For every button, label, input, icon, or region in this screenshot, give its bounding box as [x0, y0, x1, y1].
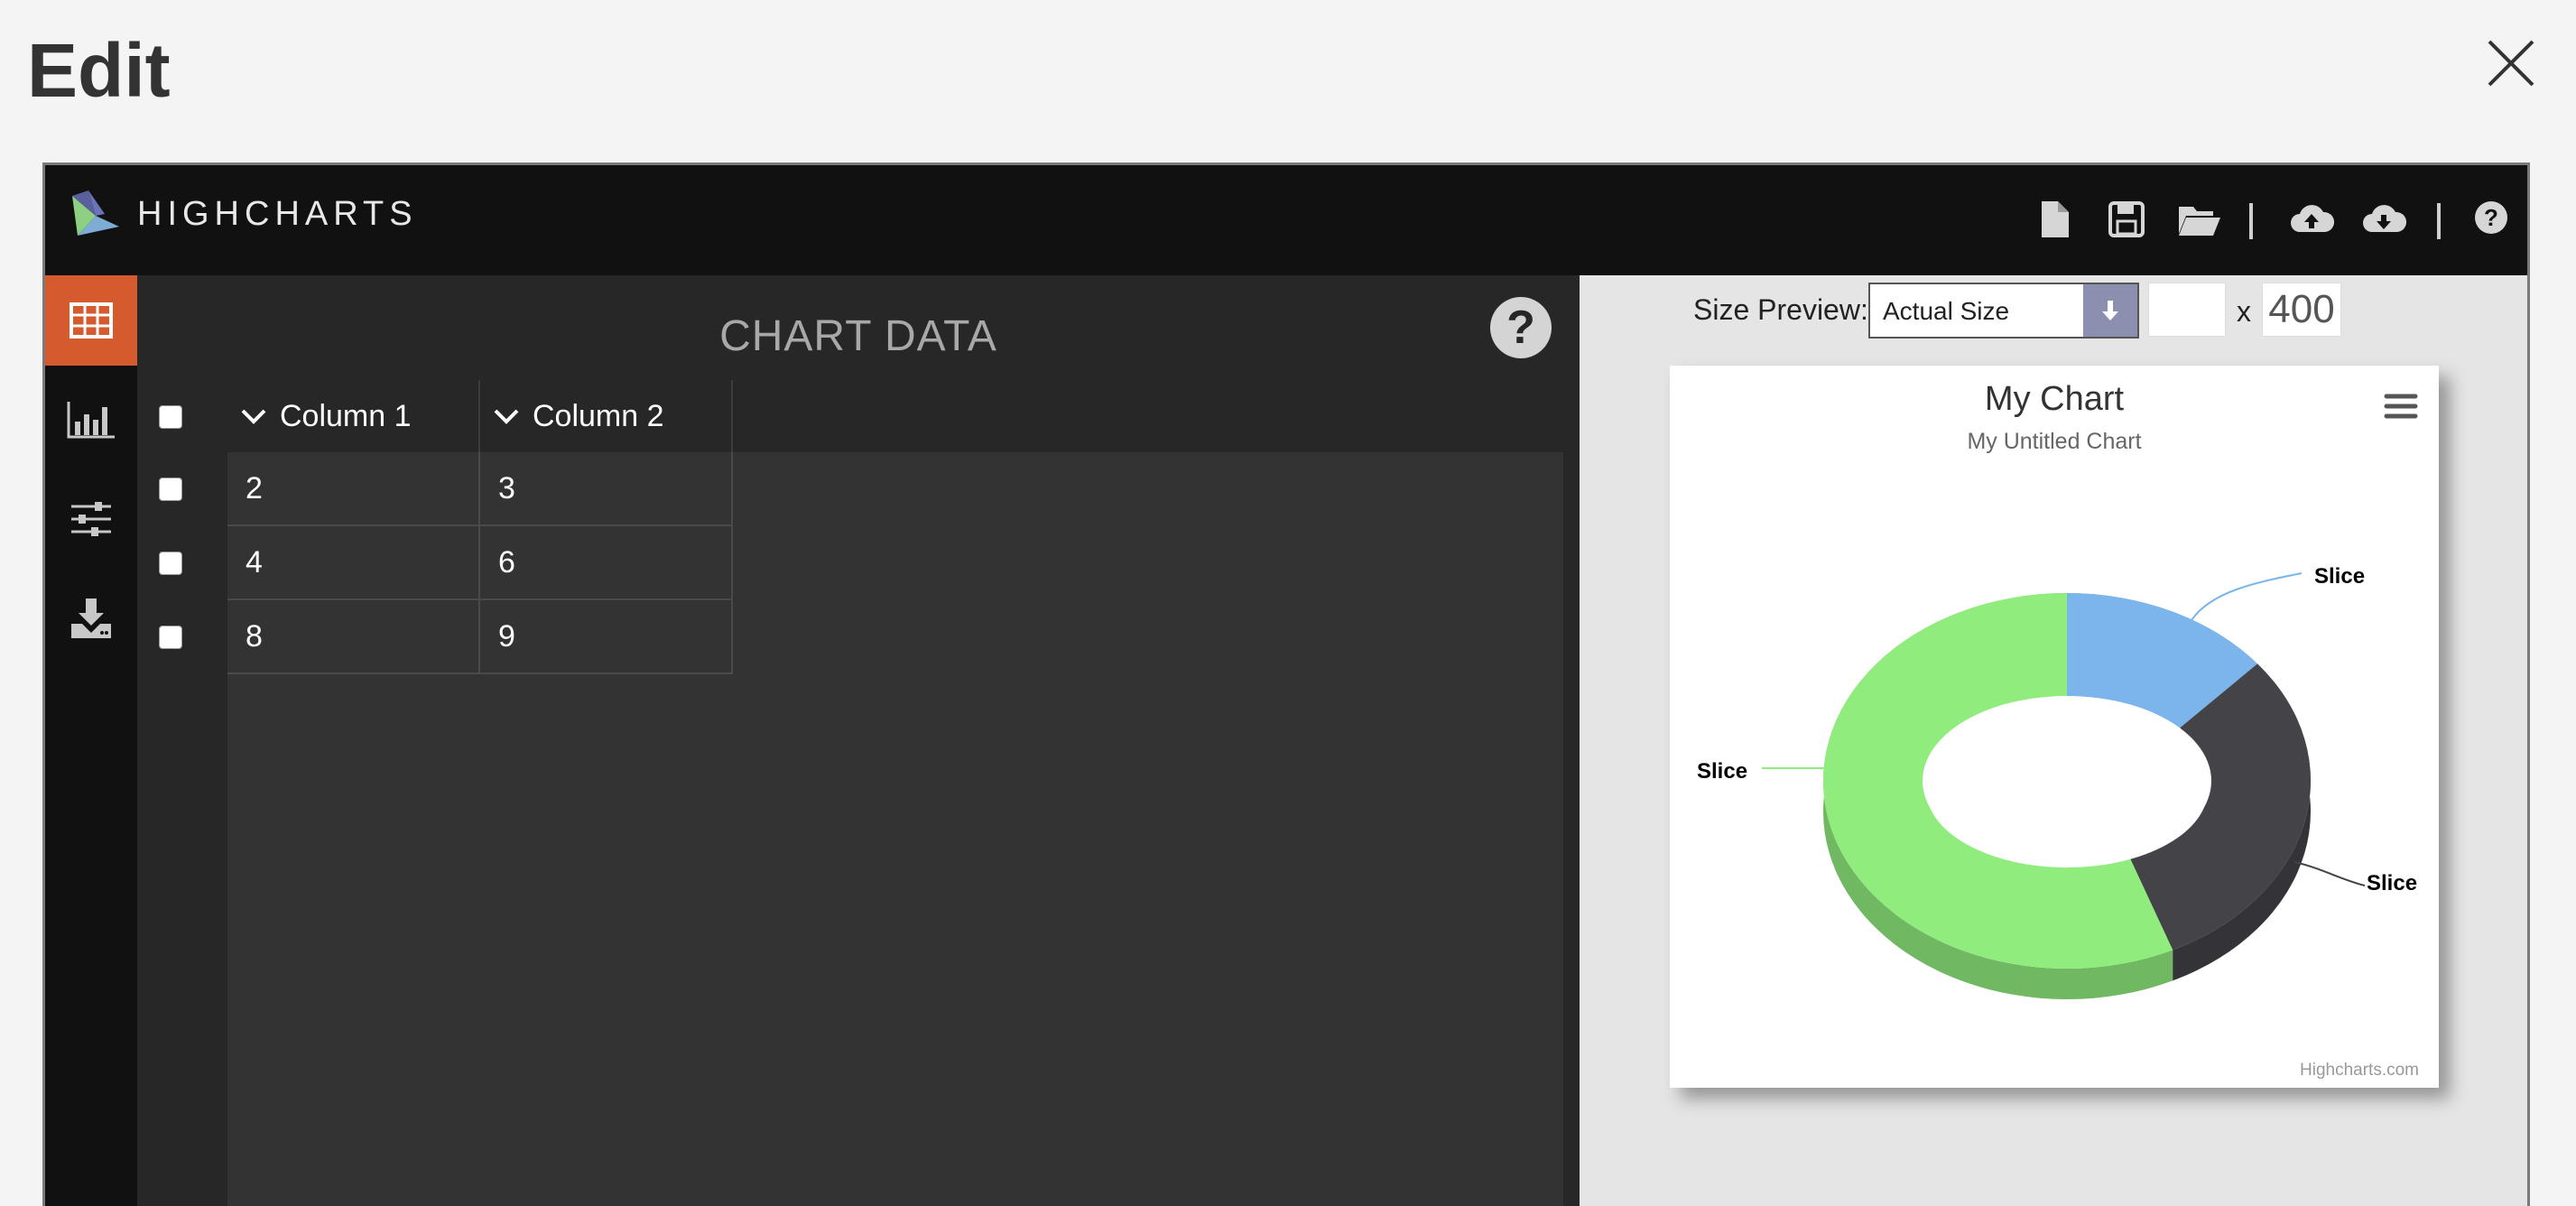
- slice-label: Slice: [1697, 759, 1748, 784]
- bar-chart-icon: [67, 402, 115, 439]
- table-cell[interactable]: 9: [480, 600, 733, 674]
- select-all-checkbox[interactable]: [159, 405, 182, 429]
- preview-width-input[interactable]: [2148, 283, 2226, 337]
- svg-text:?: ?: [2484, 204, 2498, 231]
- chart-editor: HIGHCHARTS ? CHART DATA ? Column 1 Colum…: [42, 162, 2530, 1206]
- new-file-icon[interactable]: [2034, 199, 2074, 239]
- table-cell[interactable]: 8: [227, 600, 480, 674]
- highcharts-logo-icon: [72, 190, 119, 236]
- top-bar: HIGHCHARTS ?: [45, 165, 2527, 275]
- slice-label: Slice: [2367, 871, 2418, 895]
- cloud-upload-icon[interactable]: [2289, 199, 2335, 239]
- slice-label: Slice: [2314, 564, 2366, 589]
- logo-text: HIGHCHARTS: [137, 194, 418, 233]
- preview-panel: Size Preview: Actual Size x 400 My Chart…: [1580, 275, 2527, 1206]
- sidebar-item-export[interactable]: [45, 573, 137, 663]
- table-cell[interactable]: 6: [480, 526, 733, 600]
- arrow-down-icon: [2083, 284, 2137, 337]
- page-title: Edit: [27, 28, 171, 113]
- chart-data-panel: CHART DATA ? Column 1 Column 2 2 3 4 6 8…: [137, 275, 1580, 1206]
- size-preview-label: Size Preview:: [1693, 293, 1868, 326]
- column-header[interactable]: Column 2: [480, 380, 733, 452]
- table-cell[interactable]: 4: [227, 526, 480, 600]
- donut-hole: [1926, 712, 2208, 867]
- open-folder-icon[interactable]: [2177, 199, 2222, 239]
- donut-chart: [1762, 572, 2366, 999]
- cloud-download-icon[interactable]: [2361, 199, 2407, 239]
- column-header-label: Column 1: [280, 398, 412, 433]
- chart-preview: My Chart My Untitled Chart Slice Slice S…: [1670, 366, 2439, 1088]
- column-header-label: Column 2: [533, 398, 664, 433]
- table-cell[interactable]: 2: [227, 452, 480, 526]
- help-icon[interactable]: ?: [2473, 199, 2513, 239]
- size-preview-value: Actual Size: [1883, 297, 2010, 325]
- size-separator: x: [2237, 295, 2251, 328]
- data-label-connector: [2293, 861, 2366, 886]
- chevron-down-icon: [494, 409, 519, 424]
- row-checkbox[interactable]: [159, 626, 182, 649]
- data-help-button[interactable]: ?: [1490, 297, 1552, 358]
- row-checkbox[interactable]: [159, 478, 182, 501]
- column-header[interactable]: Column 1: [227, 380, 480, 452]
- data-label-connector: [2191, 572, 2303, 621]
- chevron-down-icon: [241, 409, 266, 424]
- table-icon: [69, 302, 113, 339]
- save-icon[interactable]: [2107, 199, 2146, 239]
- highcharts-logo: HIGHCHARTS: [69, 189, 418, 239]
- chart-credits: Highcharts.com: [2300, 1061, 2419, 1080]
- download-icon: [71, 598, 111, 638]
- sidebar-item-data[interactable]: [45, 275, 137, 366]
- sidebar-item-customize[interactable]: [45, 474, 137, 564]
- size-preview-select[interactable]: Actual Size: [1868, 283, 2139, 339]
- sliders-icon: [71, 502, 111, 536]
- table-cell[interactable]: 3: [480, 452, 733, 526]
- close-icon[interactable]: [2484, 36, 2538, 90]
- panel-title: CHART DATA: [719, 312, 997, 360]
- sidebar-item-chart-type[interactable]: [45, 375, 137, 465]
- row-checkbox[interactable]: [159, 552, 182, 575]
- sidebar: [45, 275, 137, 1206]
- preview-height-input[interactable]: 400: [2262, 283, 2341, 337]
